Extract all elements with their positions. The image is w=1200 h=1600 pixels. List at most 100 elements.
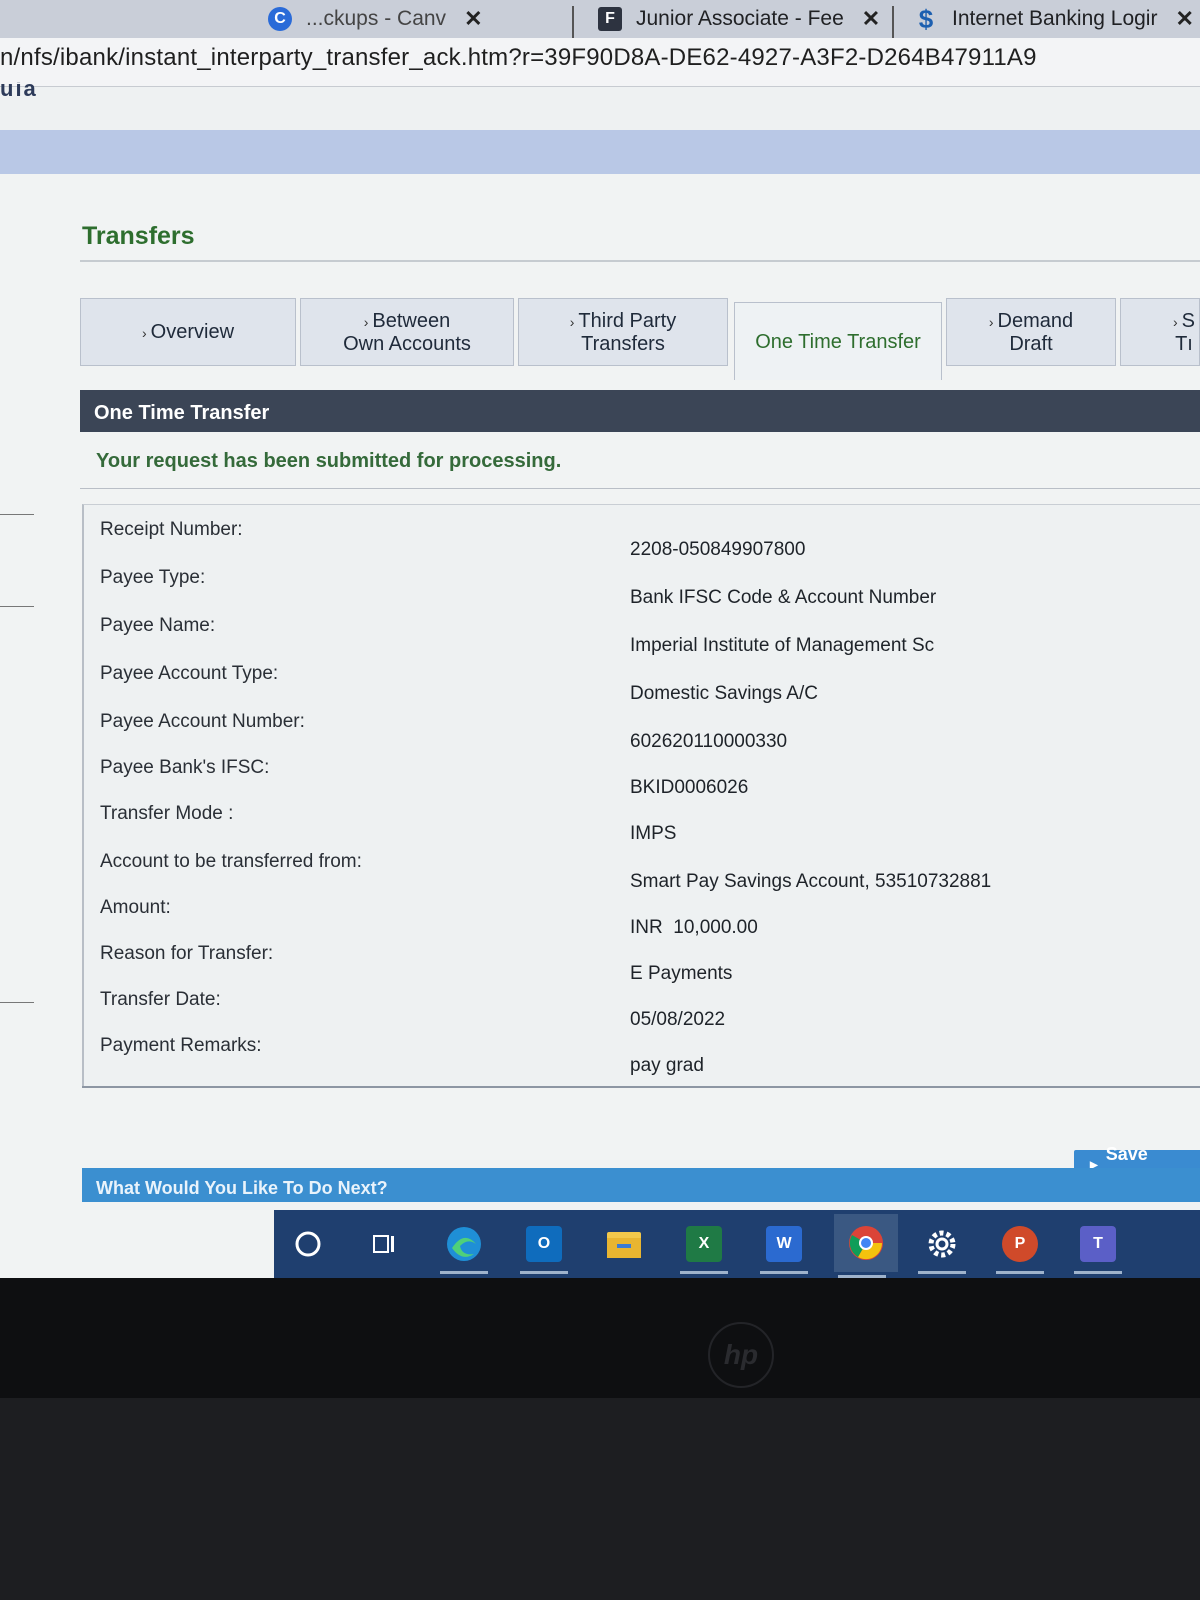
detail-value: 602620110000330 (630, 731, 788, 752)
detail-row-transfer-mode: Transfer Mode : IMPS (84, 803, 1200, 849)
detail-value: Imperial Institute of Management Sc (630, 635, 935, 656)
browser-tab-canva[interactable]: C ...ckups - Canv ✕ (268, 0, 483, 38)
detail-value: Bank IFSC Code & Account Number (630, 587, 937, 608)
tab-label: One Time Transfer (755, 330, 921, 353)
detail-label: Payee Bank's IFSC: (100, 757, 270, 778)
detail-row-payee-type: Payee Type: Bank IFSC Code & Account Num… (84, 567, 1200, 613)
detail-label: Payee Account Type: (100, 663, 279, 684)
outlook-letter: O (526, 1226, 562, 1262)
site-logo: uia (0, 82, 38, 96)
transfer-nav-tabs: › Overview › Between Own Accounts › Third Pa… (80, 298, 1200, 382)
detail-label: Receipt Number: (100, 519, 243, 540)
tab-label: Draft (1009, 332, 1053, 355)
detail-row-payment-remarks: Payment Remarks: pay grad (84, 1035, 1200, 1081)
next-actions-header: What Would You Like To Do Next? (82, 1168, 1200, 1202)
detail-label: Reason for Transfer: (100, 943, 274, 964)
tab-label: Third Party (578, 309, 677, 332)
excel-letter: X (686, 1226, 722, 1262)
tab-overview[interactable]: › Overview (80, 298, 296, 366)
tab-title: ...ckups - Canv (306, 7, 447, 30)
canva-icon: C (268, 7, 292, 31)
detail-value: BKID0006026 (630, 777, 749, 798)
search-icon[interactable] (280, 1220, 336, 1268)
tab-label: Tı (1175, 332, 1193, 355)
detail-label: Payment Remarks: (100, 1035, 262, 1056)
transfer-details-panel: Receipt Number: 2208-050849907800 Payee … (82, 504, 1200, 1087)
chevron-right-icon: › (988, 313, 994, 330)
detail-value: 05/08/2022 (630, 1009, 726, 1030)
detail-row-payee-bank-ifsc: Payee Bank's IFSC: BKID0006026 (84, 757, 1200, 803)
teams-icon[interactable]: T (1070, 1220, 1126, 1274)
tab-demand-draft[interactable]: › Demand Draft (946, 298, 1116, 366)
tab-label: S (1181, 309, 1195, 332)
tab-title: Junior Associate - Fee (636, 7, 844, 30)
file-explorer-icon[interactable] (596, 1220, 652, 1268)
detail-row-payee-name: Payee Name: Imperial Institute of Manage… (84, 615, 1200, 661)
browser-tab-internet-banking[interactable]: $ Internet Banking Logir ✕ (914, 0, 1194, 38)
chevron-right-icon: › (141, 324, 147, 341)
detail-row-transfer-date: Transfer Date: 05/08/2022 (84, 989, 1200, 1035)
detail-row-payee-account-number: Payee Account Number: 602620110000330 (84, 711, 1200, 757)
tab-label: Demand (997, 309, 1074, 332)
detail-label: Account to be transferred from: (100, 851, 362, 872)
page-title: Transfers (82, 222, 195, 250)
bank-logo-icon: $ (918, 3, 934, 34)
monitor-screen: C ...ckups - Canv ✕ F Junior Associate -… (0, 0, 1200, 1278)
windows-taskbar: O X W P T (274, 1210, 1200, 1278)
divider (80, 488, 1200, 489)
tab-separator (892, 6, 894, 40)
f-icon: F (598, 7, 622, 31)
divider (82, 1086, 1200, 1088)
tab-between-own-accounts[interactable]: › Between Own Accounts (300, 298, 514, 366)
address-bar[interactable]: n/nfs/ibank/instant_interparty_transfer_… (0, 38, 1200, 87)
detail-row-receipt-number: Receipt Number: 2208-050849907800 (84, 519, 1200, 565)
url-text[interactable]: n/nfs/ibank/instant_interparty_transfer_… (0, 44, 1037, 72)
tab-separator (572, 6, 574, 40)
detail-value: IMPS (630, 823, 677, 844)
detail-value: Smart Pay Savings Account, 53510732881 (630, 871, 992, 892)
tab-third-party-transfers[interactable]: › Third Party Transfers (518, 298, 728, 366)
section-header: One Time Transfer (80, 390, 1200, 432)
close-icon[interactable]: ✕ (1175, 6, 1193, 32)
main-content: Transfers › Overview › Between Own Accounts… (0, 174, 1200, 1278)
close-icon[interactable]: ✕ (862, 6, 880, 32)
detail-label: Transfer Date: (100, 989, 221, 1010)
edge-icon[interactable] (436, 1220, 492, 1274)
detail-label: Payee Type: (100, 567, 206, 588)
chevron-right-icon: › (363, 313, 369, 330)
chevron-right-icon: › (569, 313, 575, 330)
tab-label: Overview (150, 320, 235, 343)
detail-value: INR 10,000.00 (630, 917, 758, 938)
browser-tab-strip: C ...ckups - Canv ✕ F Junior Associate -… (0, 0, 1200, 42)
detail-row-reason-for-transfer: Reason for Transfer: E Payments (84, 943, 1200, 989)
detail-value: E Payments (630, 963, 733, 984)
detail-row-account-from: Account to be transferred from: Smart Pa… (84, 851, 1200, 897)
tab-label: Transfers (581, 332, 665, 355)
close-icon[interactable]: ✕ (464, 6, 482, 32)
tab-label: Own Accounts (343, 332, 471, 355)
detail-value: pay grad (630, 1055, 704, 1076)
detail-row-amount: Amount: INR 10,000.00 (84, 897, 1200, 943)
powerpoint-letter: P (1002, 1226, 1038, 1262)
outlook-icon[interactable]: O (516, 1220, 572, 1274)
word-icon[interactable]: W (756, 1220, 812, 1274)
powerpoint-icon[interactable]: P (992, 1220, 1048, 1274)
tab-truncated[interactable]: › S Tı (1120, 298, 1200, 366)
settings-icon[interactable] (914, 1220, 970, 1274)
status-message: Your request has been submitted for proc… (96, 450, 562, 472)
detail-label: Payee Account Number: (100, 711, 305, 732)
detail-row-payee-account-type: Payee Account Type: Domestic Savings A/C (84, 663, 1200, 709)
detail-value: Domestic Savings A/C (630, 683, 818, 704)
word-letter: W (766, 1226, 802, 1262)
task-view-icon[interactable] (356, 1220, 412, 1268)
hp-logo-icon: hp (708, 1322, 774, 1388)
teams-letter: T (1080, 1226, 1116, 1262)
detail-label: Payee Name: (100, 615, 216, 636)
divider (80, 260, 1200, 262)
tab-one-time-transfer[interactable]: One Time Transfer (734, 302, 942, 380)
laptop-body (0, 1398, 1200, 1600)
excel-icon[interactable]: X (676, 1220, 732, 1274)
chrome-icon[interactable] (834, 1214, 898, 1278)
browser-tab-junior-associate[interactable]: F Junior Associate - Fee ✕ (598, 0, 880, 38)
site-header-band (0, 130, 1200, 174)
